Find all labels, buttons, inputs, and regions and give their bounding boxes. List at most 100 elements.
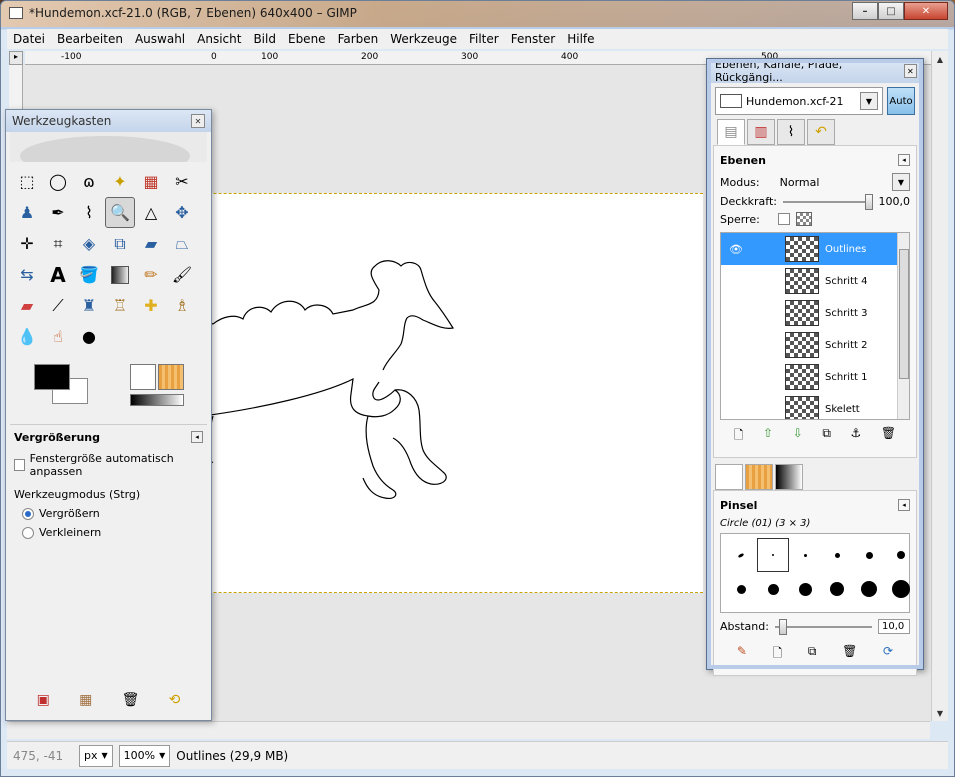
brush-cell[interactable] (757, 572, 789, 606)
paintbrush-tool-icon[interactable]: 🖌 (167, 259, 197, 290)
menu-werkzeuge[interactable]: Werkzeuge (384, 32, 463, 46)
pencil-tool-icon[interactable]: ✏ (136, 259, 166, 290)
zoom-out-radio[interactable] (22, 526, 34, 539)
unit-selector[interactable]: px ▼ (79, 744, 113, 767)
tab-undo[interactable]: ↶ (807, 119, 835, 145)
shear-tool-icon[interactable]: ▰ (136, 228, 166, 259)
color-select-tool-icon[interactable]: ▦ (136, 166, 166, 197)
close-icon[interactable]: ✕ (191, 114, 205, 128)
blur-tool-icon[interactable]: 💧 (12, 321, 42, 352)
foreground-select-tool-icon[interactable]: ♟ (12, 197, 42, 228)
new-layer-icon[interactable]: 🗋 (734, 426, 744, 447)
edit-brush-icon[interactable]: ✎ (737, 644, 747, 665)
restore-options-icon[interactable]: ▦ (79, 692, 92, 708)
layer-row[interactable]: Schritt 1 (721, 361, 909, 393)
brush-cell[interactable] (885, 572, 917, 606)
auto-resize-checkbox[interactable] (14, 459, 25, 471)
tab-patterns[interactable] (745, 464, 773, 490)
layer-row[interactable]: Schritt 4 (721, 265, 909, 297)
layer-row[interactable]: Skelett (721, 393, 909, 419)
gradient-preview[interactable] (130, 394, 184, 406)
brush-cell[interactable] (789, 538, 821, 572)
brush-cell[interactable] (789, 572, 821, 606)
brush-cell[interactable] (853, 538, 885, 572)
heal-tool-icon[interactable]: ✚ (136, 290, 166, 321)
save-options-icon[interactable]: ▣ (37, 692, 50, 708)
maximize-button[interactable]: □ (878, 2, 904, 20)
anchor-layer-icon[interactable]: ⚓ (851, 426, 862, 447)
raise-layer-icon[interactable]: ⇧ (763, 426, 773, 447)
spacing-value[interactable]: 10,0 (878, 619, 910, 634)
color-picker-tool-icon[interactable]: ⌇ (74, 197, 104, 228)
panel-menu-icon[interactable]: ◂ (898, 499, 910, 511)
tab-brushes[interactable] (715, 464, 743, 490)
menu-farben[interactable]: Farben (332, 32, 385, 46)
image-combo[interactable]: Hundemon.xcf-21 ▼ (715, 87, 883, 115)
duplicate-layer-icon[interactable]: ⧉ (822, 426, 831, 447)
menu-datei[interactable]: Datei (7, 32, 51, 46)
chevron-down-icon[interactable]: ▼ (860, 92, 878, 110)
layer-row[interactable]: Schritt 2 (721, 329, 909, 361)
opacity-value[interactable]: 100,0 (879, 195, 911, 208)
lower-layer-icon[interactable]: ⇩ (793, 426, 803, 447)
layer-row[interactable]: 👁 Outlines (721, 233, 909, 265)
fuzzy-select-tool-icon[interactable]: ✦ (105, 166, 135, 197)
pattern-preview[interactable] (158, 364, 184, 390)
menu-fenster[interactable]: Fenster (505, 32, 562, 46)
brush-cell[interactable] (757, 538, 789, 572)
quick-mask-corner[interactable]: ▸ (9, 51, 23, 65)
duplicate-brush-icon[interactable]: ⧉ (808, 644, 817, 665)
close-icon[interactable]: ✕ (903, 64, 917, 78)
rotate-tool-icon[interactable]: ◈ (74, 228, 104, 259)
dodge-burn-tool-icon[interactable]: ● (74, 321, 104, 352)
close-button[interactable]: ✕ (904, 2, 948, 20)
menu-auswahl[interactable]: Auswahl (129, 32, 191, 46)
scissors-tool-icon[interactable]: ✂ (167, 166, 197, 197)
brush-cell[interactable] (725, 572, 757, 606)
reset-options-icon[interactable]: ⟲ (169, 692, 181, 708)
delete-layer-icon[interactable]: 🗑 (881, 426, 896, 447)
brush-cell[interactable] (725, 538, 757, 572)
delete-brush-icon[interactable]: 🗑 (842, 644, 857, 665)
scroll-down-icon[interactable]: ▼ (932, 705, 948, 721)
scroll-up-icon[interactable]: ▲ (932, 51, 948, 67)
flip-tool-icon[interactable]: ⇆ (12, 259, 42, 290)
brush-preview[interactable] (130, 364, 156, 390)
lock-pixels-checkbox[interactable] (777, 213, 790, 225)
menu-ebene[interactable]: Ebene (282, 32, 332, 46)
zoom-tool-icon[interactable]: 🔍 (105, 197, 135, 228)
tab-gradients[interactable] (775, 464, 803, 490)
eraser-tool-icon[interactable]: ▰ (12, 290, 42, 321)
panel-menu-icon[interactable]: ◂ (191, 431, 203, 443)
layer-row[interactable]: Schritt 3 (721, 297, 909, 329)
lasso-tool-icon[interactable]: ɷ (74, 166, 104, 197)
airbrush-tool-icon[interactable]: ⟋ (43, 290, 73, 321)
bucket-fill-tool-icon[interactable]: 🪣 (74, 259, 104, 290)
brush-cell[interactable] (821, 538, 853, 572)
menu-ansicht[interactable]: Ansicht (191, 32, 247, 46)
new-brush-icon[interactable]: 🗋 (773, 644, 783, 665)
opacity-slider[interactable] (783, 193, 873, 210)
blend-tool-icon[interactable] (105, 259, 135, 290)
tab-paths[interactable]: ⌇ (777, 119, 805, 145)
menu-bearbeiten[interactable]: Bearbeiten (51, 32, 129, 46)
horizontal-scrollbar[interactable] (7, 721, 930, 739)
zoom-selector[interactable]: 100% ▼ (118, 744, 171, 767)
clone-tool-icon[interactable]: ♖ (105, 290, 135, 321)
auto-button[interactable]: Auto (887, 87, 915, 115)
brush-cell[interactable] (821, 572, 853, 606)
brush-cell[interactable] (853, 572, 885, 606)
panel-menu-icon[interactable]: ◂ (898, 154, 910, 166)
text-tool-icon[interactable]: A (43, 259, 73, 290)
refresh-brushes-icon[interactable]: ⟳ (883, 644, 893, 665)
move-tool-icon[interactable]: ✥ (167, 197, 197, 228)
paths-tool-icon[interactable]: ✒ (43, 197, 73, 228)
scale-tool-icon[interactable]: ⧉ (105, 228, 135, 259)
layer-list-scrollbar[interactable] (897, 233, 909, 419)
menu-hilfe[interactable]: Hilfe (561, 32, 600, 46)
lock-alpha-icon[interactable] (795, 212, 812, 226)
foreground-color[interactable] (34, 364, 70, 390)
vertical-scrollbar[interactable]: ▲ ▼ (931, 51, 948, 721)
measure-tool-icon[interactable]: △ (136, 197, 166, 228)
rect-select-tool-icon[interactable]: ⬚ (12, 166, 42, 197)
